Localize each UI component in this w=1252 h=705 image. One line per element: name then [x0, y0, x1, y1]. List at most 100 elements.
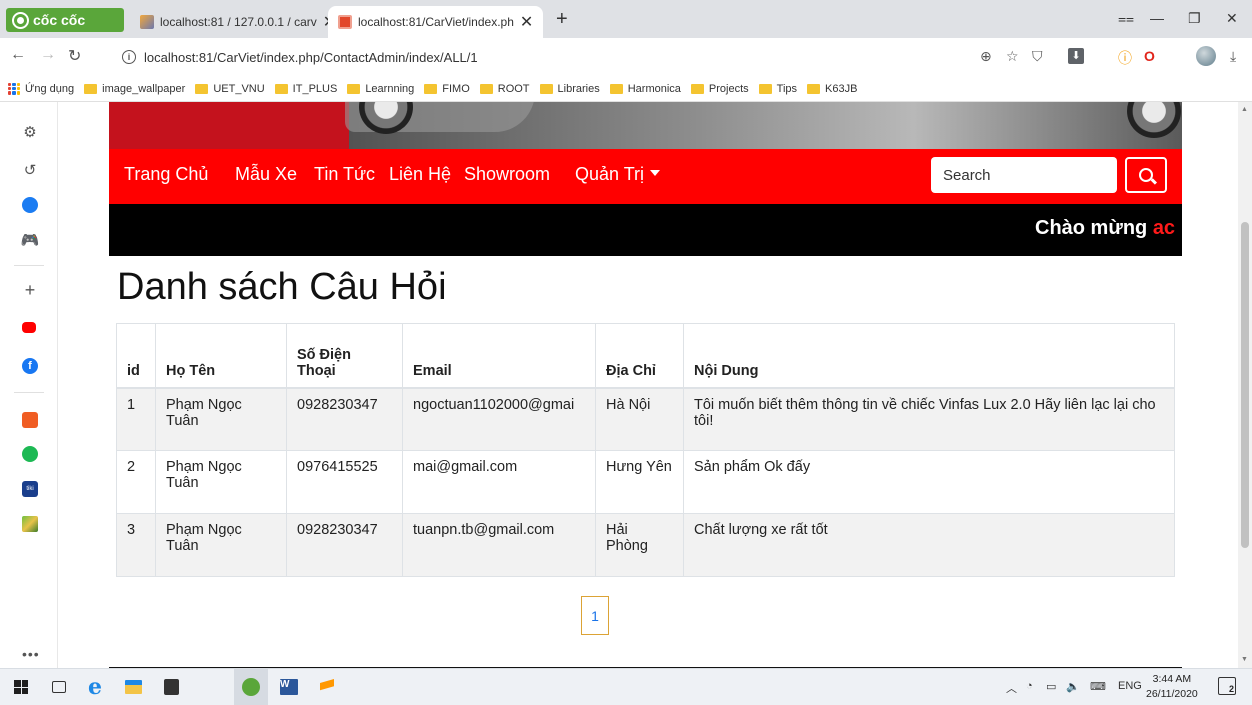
cell-id: 1 — [116, 387, 156, 451]
back-arrow-icon[interactable]: ← — [10, 46, 26, 64]
reload-icon[interactable]: ↻ — [68, 46, 81, 66]
download-icon[interactable]: ⬇ — [1068, 48, 1084, 64]
nav-news[interactable]: Tin Tức — [314, 164, 375, 185]
settings-gear-icon[interactable]: ⚙ — [22, 124, 38, 141]
scroll-down-icon[interactable]: ▼ — [1241, 656, 1248, 663]
task-view-icon[interactable] — [50, 678, 68, 696]
window-close-icon[interactable]: ✕ — [1226, 10, 1238, 27]
edge-icon[interactable]: e — [86, 674, 104, 700]
downloads-arrow-icon[interactable]: ⤓ — [1230, 48, 1236, 65]
windows-logo-icon — [14, 680, 28, 694]
tray-expand-icon[interactable]: ︿ — [1006, 680, 1017, 696]
word-icon[interactable]: W — [280, 678, 298, 696]
more-dots-icon[interactable]: ••• — [22, 646, 40, 662]
bookmark-apps[interactable]: Ứng dụng — [8, 82, 74, 95]
folder-icon — [84, 83, 98, 94]
cell-phone: 0928230347 — [286, 513, 403, 577]
sublime-text-icon[interactable] — [318, 678, 336, 696]
folder-icon — [424, 83, 438, 94]
bookmark-folder[interactable]: Harmonica — [609, 83, 681, 95]
web-page: Trang Chủ Mẫu Xe Tin Tức Liên Hệ Showroo… — [58, 102, 1238, 668]
battery-icon[interactable]: ▭ — [1046, 680, 1056, 693]
tab-phpmyadmin[interactable]: localhost:81 / 127.0.0.1 / carv ✕ — [130, 6, 346, 38]
file-explorer-icon[interactable] — [124, 678, 142, 696]
bookmark-folder[interactable]: Libraries — [539, 83, 600, 95]
scroll-up-icon[interactable]: ▲ — [1241, 106, 1248, 113]
restore-icon[interactable]: ❐ — [1188, 10, 1201, 27]
warning-extension-icon[interactable]: ⓘ — [1118, 48, 1132, 68]
vertical-scrollbar[interactable]: ▲ ▼ — [1238, 102, 1252, 668]
bookmark-folder[interactable]: Projects — [690, 82, 749, 95]
bookmark-folder[interactable]: Learnning — [347, 83, 414, 95]
game-thumbnail-icon[interactable] — [22, 516, 38, 532]
volume-icon[interactable]: 🔈 — [1066, 680, 1080, 693]
search-icon — [1139, 168, 1153, 182]
zoom-icon[interactable]: ⊕ — [980, 48, 992, 65]
nav-home[interactable]: Trang Chủ — [124, 164, 208, 185]
main-navbar: Trang Chủ Mẫu Xe Tin Tức Liên Hệ Showroo… — [109, 149, 1182, 204]
bookmark-folder[interactable]: UET_VNU — [195, 83, 265, 95]
nav-car-models[interactable]: Mẫu Xe — [235, 164, 297, 185]
facebook-icon[interactable]: f — [22, 358, 38, 374]
cell-content: Sản phẩm Ok đấy — [683, 450, 1175, 514]
store-icon[interactable] — [162, 678, 180, 696]
gamepad-icon[interactable]: 🎮 — [21, 232, 40, 249]
spotify-icon[interactable] — [22, 446, 38, 462]
coccoc-taskbar-icon[interactable] — [242, 678, 260, 696]
folder-icon — [347, 83, 361, 94]
sidebar-divider — [14, 392, 44, 393]
minimize-icon[interactable]: — — [1150, 10, 1164, 26]
profile-avatar-icon[interactable] — [1196, 46, 1216, 66]
keyboard-icon[interactable]: ⌨ — [1090, 680, 1106, 693]
add-icon[interactable]: + — [22, 280, 38, 300]
new-tab-button[interactable]: + — [556, 9, 568, 29]
phpmyadmin-favicon-icon — [140, 15, 154, 29]
bookmark-folder[interactable]: Tips — [758, 83, 797, 95]
site-info-icon[interactable]: i — [122, 50, 136, 64]
start-button[interactable] — [12, 678, 30, 696]
opera-extension-icon[interactable]: O — [1144, 48, 1155, 64]
coccoc-brand-button[interactable]: cốc cốc — [6, 8, 124, 32]
tiki-icon[interactable]: tiki — [22, 481, 38, 497]
nav-contact[interactable]: Liên Hệ — [389, 164, 451, 185]
shopee-icon[interactable] — [22, 412, 38, 428]
browser-tab-strip: cốc cốc localhost:81 / 127.0.0.1 / carv … — [0, 0, 1252, 38]
table-header-row: id Họ Tên Số Điện Thoại Email Địa Chỉ Nộ… — [116, 323, 1175, 389]
nav-showroom[interactable]: Showroom — [464, 164, 550, 185]
bookmark-folder[interactable]: image_wallpaper — [84, 83, 185, 95]
site-favicon-icon — [338, 15, 352, 29]
bookmarks-bar: Ứng dụng image_wallpaper UET_VNU IT_PLUS… — [0, 76, 1252, 102]
bookmark-folder[interactable]: K63JB — [807, 83, 857, 95]
history-icon[interactable]: ↺ — [22, 162, 38, 179]
notification-center-icon[interactable]: 2 — [1218, 677, 1236, 695]
nav-admin-label: Quản Trị — [575, 164, 645, 184]
bookmark-folder[interactable]: ROOT — [479, 83, 530, 95]
url-bar[interactable]: i localhost:81/CarViet/index.php/Contact… — [122, 44, 1122, 70]
shield-icon[interactable]: ⛉ — [1032, 48, 1043, 65]
close-icon[interactable]: ✕ — [520, 12, 533, 32]
bookmark-star-icon[interactable]: ☆ — [1006, 48, 1019, 65]
welcome-marquee: Chào mừng ac — [109, 204, 1182, 256]
search-button[interactable] — [1125, 157, 1167, 193]
nav-admin-dropdown[interactable]: Quản Trị — [575, 164, 661, 185]
network-icon[interactable]: ◔ — [1026, 680, 1033, 692]
folder-icon — [807, 83, 821, 94]
tab-carviet[interactable]: localhost:81/CarViet/index.ph ✕ — [328, 6, 544, 38]
bookmark-folder[interactable]: FIMO — [424, 83, 470, 95]
cell-content: Tôi muốn biết thêm thông tin về chiếc Vi… — [683, 387, 1175, 451]
language-indicator[interactable]: ENG — [1118, 680, 1142, 692]
scrollbar-thumb[interactable] — [1241, 222, 1249, 548]
search-input[interactable] — [931, 157, 1117, 193]
forward-arrow-icon[interactable]: → — [40, 46, 56, 64]
pagination-page-1[interactable]: 1 — [581, 596, 609, 635]
bookmark-label: Projects — [708, 82, 749, 95]
tab-search-icon[interactable]: ⩵ — [1118, 10, 1134, 27]
caret-down-icon — [650, 170, 661, 177]
messenger-icon[interactable] — [22, 197, 38, 213]
brand-label: cốc cốc — [33, 12, 86, 28]
bookmark-folder[interactable]: IT_PLUS — [274, 83, 337, 95]
youtube-icon[interactable] — [22, 322, 36, 333]
windows-taskbar: e W ︿ ◔ ▭ 🔈 ⌨ ENG 3:44 AM 26/11/2020 2 — [0, 668, 1252, 705]
cell-email: tuanpn.tb@gmail.com — [402, 513, 596, 577]
system-clock[interactable]: 3:44 AM 26/11/2020 — [1146, 672, 1198, 702]
